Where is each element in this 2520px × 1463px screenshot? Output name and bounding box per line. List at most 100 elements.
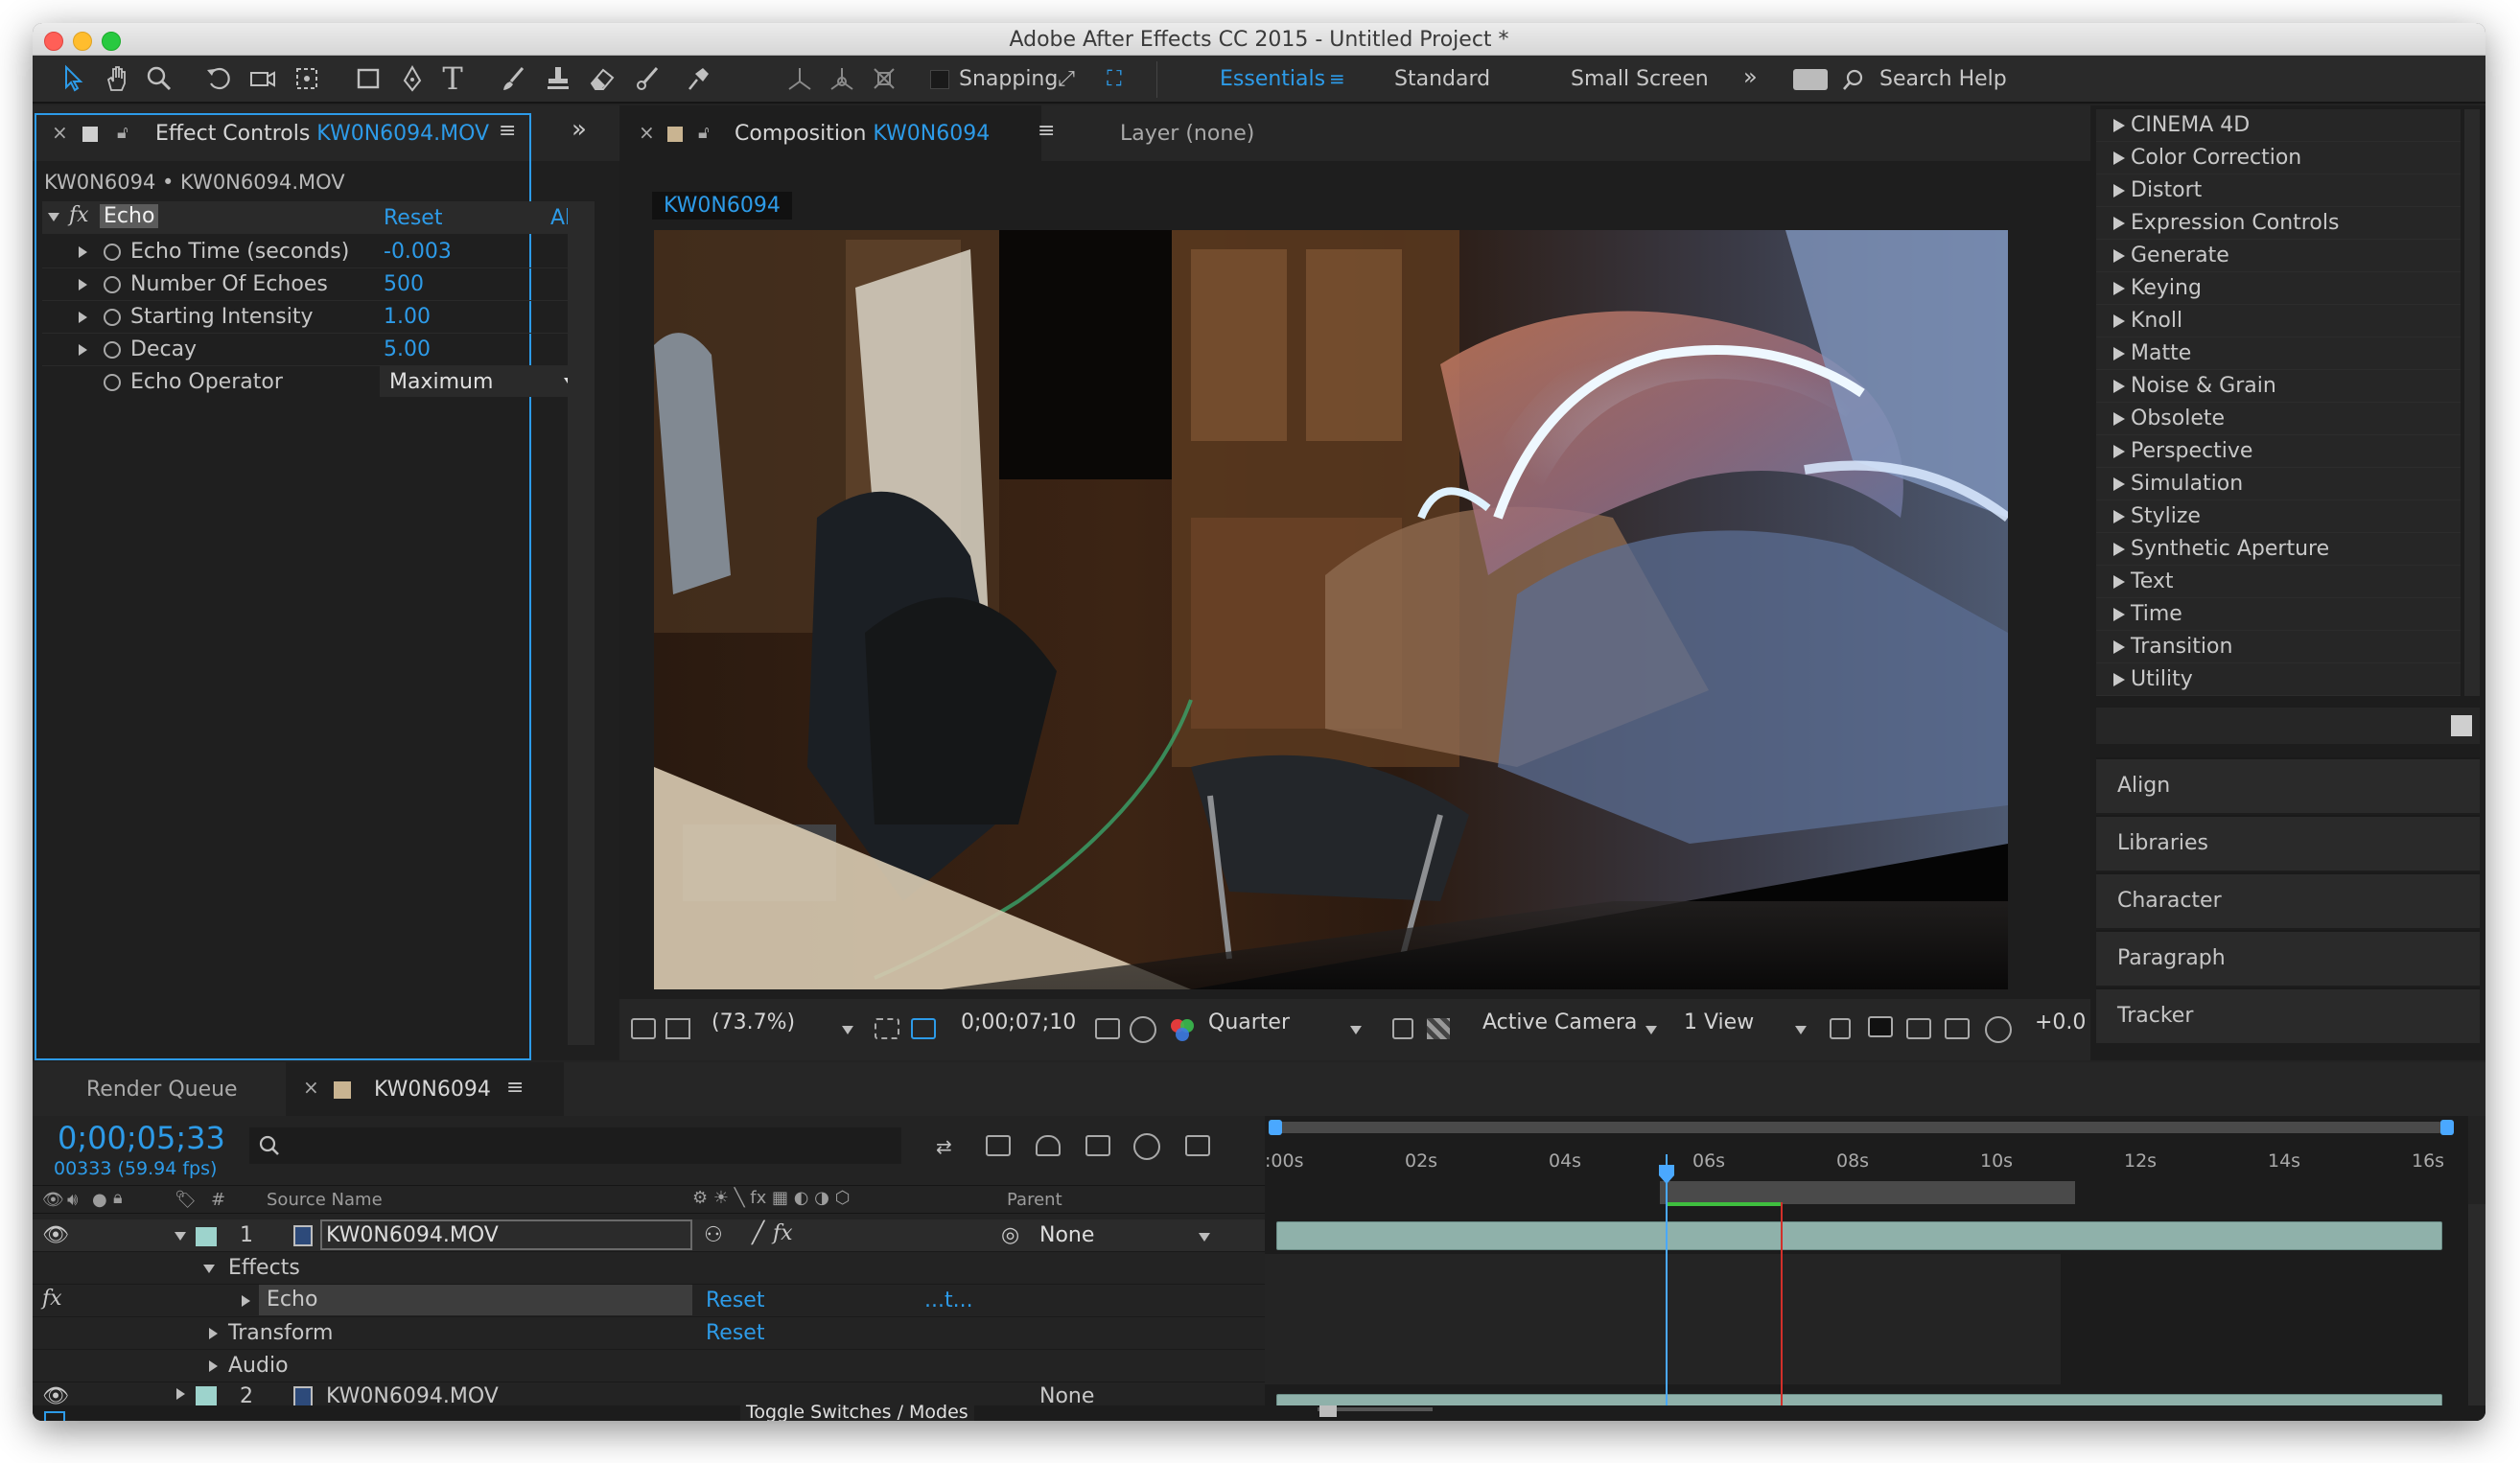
snap-edges-icon[interactable]: ⤢ [1049, 61, 1084, 96]
lock-icon[interactable]: 🔓︎ [698, 123, 710, 143]
shy-switch-icon[interactable]: ⚇ [704, 1223, 723, 1247]
more-workspaces-icon[interactable]: » [1743, 63, 1758, 90]
toggle-switches-modes-button[interactable]: Toggle Switches / Modes [740, 1402, 974, 1421]
layer-label-swatch[interactable] [196, 1227, 217, 1246]
category-perspective[interactable]: Perspective [2096, 435, 2461, 468]
layer-1-duration-bar[interactable] [1276, 1221, 2442, 1250]
workspace-menu-icon[interactable]: ≡ [1329, 67, 1345, 90]
layer-switches-toggle-icon[interactable] [44, 1411, 65, 1421]
panel-menu-icon[interactable]: ≡ [506, 1076, 524, 1100]
libraries-panel-header[interactable]: Libraries [2096, 815, 2480, 871]
chevron-down-icon[interactable] [1645, 1026, 1657, 1034]
snapping-checkbox[interactable] [930, 70, 949, 89]
lock-icon[interactable]: 🔓︎ [117, 123, 128, 143]
tracker-panel-header[interactable]: Tracker [2096, 987, 2480, 1043]
current-time-indicator[interactable] [1666, 1154, 1668, 1405]
time-graph[interactable]: :00s 02s 04s 06s 08s 10s 12s 14s 16s [1265, 1116, 2468, 1405]
chevron-down-icon[interactable] [1199, 1233, 1210, 1242]
expand-triangle-icon[interactable] [48, 213, 59, 221]
chevron-down-icon[interactable] [1350, 1026, 1362, 1034]
layer-row-2[interactable]: 👁︎ 2 KW0N6094.MOV None [33, 1382, 1265, 1405]
label-column-icon[interactable]: 🏷︎ [175, 1190, 197, 1210]
zoom-level-dropdown[interactable]: (73.7%) [712, 1010, 795, 1034]
search-help-label[interactable]: Search Help [1879, 67, 2007, 91]
number-of-echoes-row[interactable]: Number Of Echoes 500 [42, 268, 579, 301]
echo-effect-name[interactable]: Echo [100, 204, 159, 228]
layer-tab[interactable]: Layer (none) [1120, 122, 1254, 146]
hand-tool-icon[interactable] [100, 61, 134, 96]
layer-2-duration-bar[interactable] [1276, 1394, 2442, 1405]
camera-tool-icon[interactable] [245, 61, 280, 96]
graph-editor-icon[interactable] [1185, 1135, 1210, 1156]
close-tab-icon[interactable]: × [52, 121, 68, 144]
expand-triangle-icon[interactable] [175, 1232, 186, 1241]
category-matte[interactable]: Matte [2096, 337, 2461, 370]
work-area-bar[interactable] [1660, 1181, 2076, 1204]
expand-triangle-icon[interactable] [79, 279, 87, 290]
echo-more-link[interactable]: ...t... [924, 1289, 973, 1312]
workspace-essentials[interactable]: Essentials [1220, 67, 1325, 91]
workspace-small-screen[interactable]: Small Screen [1571, 67, 1709, 91]
resolution-dropdown[interactable]: Quarter [1208, 1010, 1290, 1034]
composition-chip[interactable]: KW0N6094 [652, 192, 792, 220]
navigator-start-handle[interactable] [1269, 1120, 1282, 1135]
eraser-tool-icon[interactable] [585, 61, 619, 96]
world-axis-mode-icon[interactable] [825, 61, 859, 96]
layer-name-field[interactable]: KW0N6094.MOV [320, 1219, 692, 1250]
roto-brush-tool-icon[interactable] [631, 61, 665, 96]
category-synthetic-aperture[interactable]: Synthetic Aperture [2096, 533, 2461, 566]
flowchart-icon[interactable] [1945, 1018, 1970, 1039]
echo-reset-link[interactable]: Reset [706, 1289, 764, 1312]
timeline-timecode[interactable]: 0;00;05;33 [58, 1120, 225, 1156]
time-ruler[interactable]: :00s 02s 04s 06s 08s 10s 12s 14s 16s [1265, 1137, 2468, 1175]
current-time-indicator-head[interactable] [1658, 1164, 1675, 1185]
composition-tab[interactable]: Composition KW0N6094 [735, 122, 990, 146]
puppet-pin-tool-icon[interactable] [681, 61, 715, 96]
effects-list-scrollbar[interactable] [2464, 109, 2480, 696]
snapshot-camera-icon[interactable] [1095, 1018, 1120, 1039]
starting-intensity-row[interactable]: Starting Intensity 1.00 [42, 301, 579, 334]
category-utility[interactable]: Utility [2096, 663, 2461, 696]
exposure-value[interactable]: +0.0 [2035, 1010, 2086, 1034]
close-tab-icon[interactable]: × [303, 1076, 319, 1099]
clone-stamp-tool-icon[interactable] [541, 61, 575, 96]
monitor-icon[interactable] [665, 1018, 690, 1039]
paragraph-panel-header[interactable]: Paragraph [2096, 930, 2480, 986]
render-queue-tab[interactable]: Render Queue [86, 1078, 238, 1102]
expand-triangle-icon[interactable] [209, 1360, 218, 1372]
effects-group-row[interactable]: Effects [33, 1252, 1265, 1285]
reset-exposure-icon[interactable] [1985, 1016, 2012, 1043]
zoom-tool-icon[interactable] [142, 61, 176, 96]
category-generate[interactable]: Generate [2096, 240, 2461, 272]
snap-features-icon[interactable]: ⛶ [1097, 61, 1132, 96]
timeline-scrollbar[interactable] [2468, 1204, 2485, 1405]
rectangle-tool-icon[interactable] [351, 61, 385, 96]
visibility-column-icon[interactable]: 👁︎ [42, 1190, 64, 1210]
layer-2-name[interactable]: KW0N6094.MOV [326, 1384, 499, 1405]
category-color-correction[interactable]: Color Correction [2096, 142, 2461, 174]
expand-triangle-icon[interactable] [209, 1328, 218, 1339]
selection-tool-icon[interactable] [56, 61, 90, 96]
align-panel-header[interactable]: Align [2096, 757, 2480, 813]
transform-reset-link[interactable]: Reset [706, 1321, 764, 1345]
visibility-eye-icon[interactable]: 👁︎ [42, 1223, 69, 1247]
audio-column-icon[interactable]: 🔊︎ [67, 1190, 78, 1210]
always-preview-icon[interactable] [631, 1018, 656, 1039]
new-bin-icon[interactable] [2451, 715, 2472, 736]
comp-mini-flowchart-icon[interactable]: ⇄ [936, 1135, 961, 1158]
echo-effect-name-field[interactable]: Echo [259, 1285, 692, 1315]
fx-toggle-icon[interactable]: fx [69, 203, 89, 227]
close-tab-icon[interactable]: × [639, 121, 655, 144]
brush-tool-icon[interactable] [497, 61, 531, 96]
keyboard-shortcuts-icon[interactable] [1793, 69, 1828, 90]
composition-viewer[interactable] [654, 230, 2008, 989]
expand-triangle-icon[interactable] [79, 312, 87, 323]
draft-3d-icon[interactable] [986, 1135, 1011, 1156]
fast-draft-icon[interactable] [1868, 1016, 1893, 1037]
expand-triangle-icon[interactable] [203, 1265, 215, 1273]
stopwatch-icon[interactable] [104, 244, 121, 261]
category-transition[interactable]: Transition [2096, 631, 2461, 663]
local-axis-mode-icon[interactable] [782, 61, 817, 96]
search-help-icon[interactable] [1841, 67, 1866, 96]
shy-layers-icon[interactable] [1036, 1135, 1061, 1156]
